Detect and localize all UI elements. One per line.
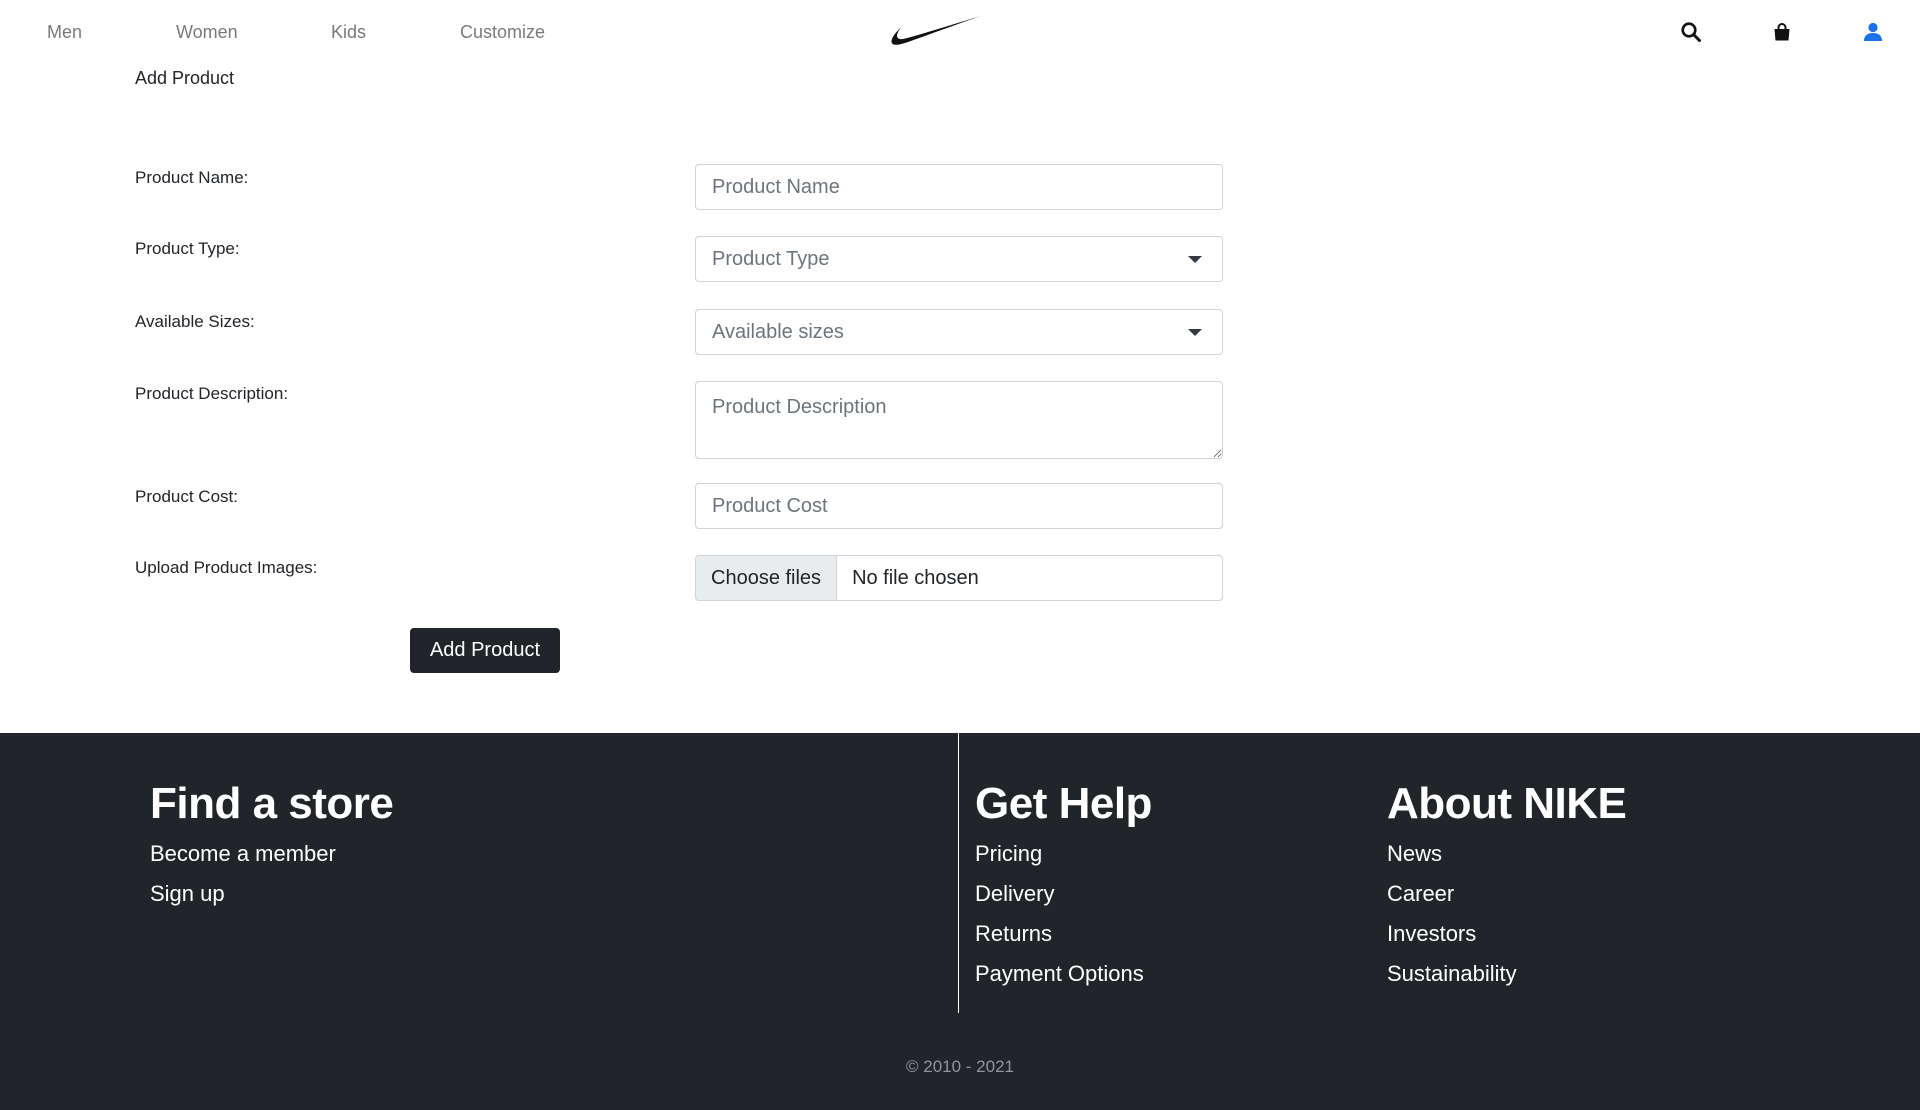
footer-link-investors[interactable]: Investors (1387, 920, 1626, 948)
footer-about-heading: About NIKE (1387, 779, 1627, 828)
product-cost-label: Product Cost: (135, 487, 238, 506)
nav-link-men[interactable]: Men (47, 22, 82, 43)
footer-link-become-member[interactable]: Become a member (150, 840, 393, 868)
nike-logo[interactable] (890, 14, 982, 55)
page-title: Add Product (135, 68, 235, 88)
footer: Find a store Become a member Sign up Get… (0, 733, 1920, 1110)
product-cost-input[interactable] (695, 483, 1223, 529)
footer-link-pricing[interactable]: Pricing (975, 840, 1152, 868)
footer-link-returns[interactable]: Returns (975, 920, 1152, 948)
user-icon[interactable] (1862, 21, 1884, 43)
product-description-label: Product Description: (135, 384, 289, 403)
available-sizes-select[interactable]: Available sizes (695, 309, 1223, 355)
product-name-input[interactable] (695, 164, 1223, 210)
product-name-label: Product Name: (135, 168, 249, 187)
footer-link-payment-options[interactable]: Payment Options (975, 960, 1152, 988)
product-description-textarea[interactable] (695, 381, 1223, 459)
chevron-down-icon (1188, 255, 1202, 263)
footer-store-column: Find a store Become a member Sign up (150, 779, 394, 920)
footer-link-sign-up[interactable]: Sign up (150, 880, 393, 908)
available-sizes-placeholder: Available sizes (712, 320, 844, 343)
footer-about-column: About NIKE News Career Investors Sustain… (1387, 779, 1627, 1000)
upload-images-file-input[interactable]: Choose files No file chosen (695, 555, 1223, 601)
footer-link-news[interactable]: News (1387, 840, 1626, 868)
nav-link-kids[interactable]: Kids (331, 22, 366, 43)
footer-help-column: Get Help Pricing Delivery Returns Paymen… (975, 779, 1152, 1000)
footer-divider (958, 733, 959, 1013)
product-type-label: Product Type: (135, 239, 240, 258)
footer-store-heading[interactable]: Find a store (150, 779, 394, 830)
footer-link-career[interactable]: Career (1387, 880, 1626, 908)
footer-link-sustainability[interactable]: Sustainability (1387, 960, 1626, 988)
choose-files-button[interactable]: Choose files (696, 556, 838, 600)
nav-link-customize[interactable]: Customize (460, 22, 545, 43)
top-navbar: Men Women Kids Customize (0, 0, 1920, 65)
copyright-text: © 2010 - 2021 (906, 1057, 1014, 1076)
footer-help-heading: Get Help (975, 779, 1152, 828)
search-icon[interactable] (1680, 21, 1702, 43)
nav-link-women[interactable]: Women (176, 22, 238, 43)
product-type-placeholder: Product Type (712, 247, 830, 270)
available-sizes-label: Available Sizes: (135, 312, 255, 331)
footer-link-delivery[interactable]: Delivery (975, 880, 1152, 908)
add-product-button[interactable]: Add Product (410, 628, 560, 673)
shopping-bag-icon[interactable] (1771, 21, 1793, 43)
product-type-select[interactable]: Product Type (695, 236, 1223, 282)
chevron-down-icon (1188, 328, 1202, 336)
upload-images-label: Upload Product Images: (135, 558, 318, 577)
file-status-text: No file chosen (852, 566, 979, 589)
